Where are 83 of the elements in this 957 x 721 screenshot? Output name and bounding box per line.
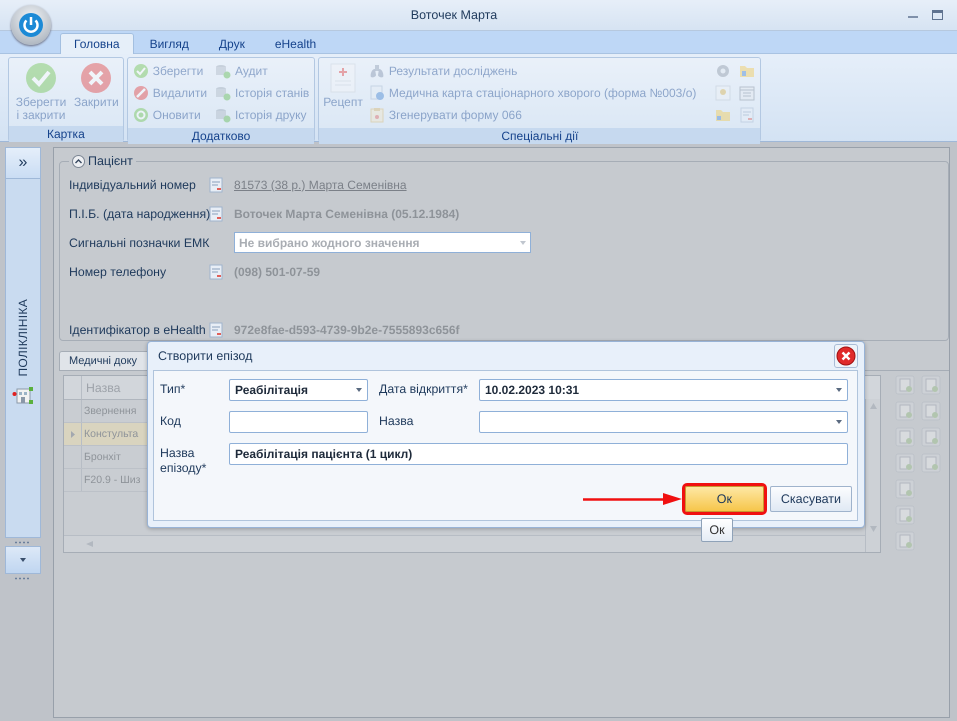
calendar-icon[interactable]	[739, 85, 756, 101]
caret-icon	[520, 240, 526, 244]
close-button[interactable]	[834, 344, 858, 368]
field-label: Індивідуальний номер	[69, 178, 197, 192]
ribbon-group-title: Картка	[9, 126, 123, 142]
app-menu-button[interactable]	[11, 5, 51, 45]
field-value: (098) 501-07-59	[234, 264, 322, 278]
grip-icon[interactable]	[14, 576, 32, 580]
dialog-title: Створити епізод	[158, 349, 252, 363]
sidebar-panel-title[interactable]: ПОЛІКЛІНІКА	[16, 299, 30, 377]
database-icon	[215, 85, 232, 101]
document-icon	[739, 107, 756, 123]
check-icon	[25, 62, 57, 94]
document-icon[interactable]	[895, 427, 915, 447]
input-field[interactable]	[229, 411, 368, 433]
clipboard-icon	[368, 107, 385, 123]
person-card-icon[interactable]	[715, 85, 732, 101]
ok-button[interactable]: Ок	[684, 486, 764, 512]
table-cell-text: Звернення	[83, 404, 138, 419]
panel-title: Пацієнт	[88, 154, 133, 168]
field-label: Номер телефону	[69, 264, 168, 278]
lungs-icon	[368, 63, 385, 79]
close-icon	[80, 62, 112, 94]
field-label: Код	[160, 413, 182, 430]
caret-icon	[356, 388, 362, 392]
check-icon	[132, 63, 149, 79]
field-value: Воточек Марта Семенівна (05.12.1984)	[234, 206, 460, 220]
table-cell-text: Бронхіт	[83, 450, 122, 465]
table-cell-text: F20.9 - Шиз	[83, 473, 142, 488]
caret-icon	[20, 558, 26, 562]
prescription-icon	[328, 62, 358, 94]
cancel-button[interactable]: Скасувати	[770, 486, 852, 512]
ribbon-tab[interactable]: Друк	[204, 33, 259, 53]
document-icon	[208, 176, 224, 192]
database-icon	[215, 63, 232, 79]
building-icon	[12, 384, 34, 405]
field-value: 972e8fae-d593-4739-9b2e-7555893c656f	[234, 322, 461, 336]
input-field[interactable]: Реабілітація пацієнта (1 цикл)	[229, 443, 848, 465]
ribbon-tab[interactable]: eHealth	[260, 33, 330, 53]
field-label: Дата відкриття*	[379, 381, 469, 398]
document-icon[interactable]	[895, 375, 915, 395]
dropdown-field[interactable]: Реабілітація	[229, 379, 368, 401]
medical-card-icon	[368, 85, 385, 101]
dropdown-field[interactable]	[479, 411, 848, 433]
scroll-up-icon[interactable]	[870, 403, 876, 409]
maximize-icon[interactable]	[932, 10, 943, 20]
close-icon	[836, 346, 856, 366]
document-icon[interactable]	[921, 453, 941, 473]
row-pointer-icon	[70, 430, 74, 438]
ribbon-group-title: Додатково	[128, 128, 314, 144]
document-icon	[208, 322, 224, 338]
folder-icon[interactable]	[715, 107, 732, 123]
refresh-icon	[132, 107, 149, 123]
database-icon	[215, 107, 232, 123]
window-title: Воточек Марта	[410, 8, 498, 22]
field-label: Назва	[379, 413, 414, 430]
ribbon-tab[interactable]: Головна	[60, 33, 134, 54]
field-label: Назва епізоду*	[160, 445, 208, 476]
dropdown-button[interactable]	[5, 546, 41, 574]
document-icon[interactable]	[895, 505, 915, 525]
table-cell-text: Констульта	[83, 427, 140, 442]
field-label: Тип*	[160, 381, 186, 398]
ribbon-tab[interactable]: Вигляд	[136, 33, 203, 53]
folder-icon[interactable]	[739, 63, 756, 79]
power-icon	[18, 12, 44, 38]
patient-link[interactable]: 81573 (38 р.) Марта Семенівна	[234, 178, 948, 192]
field-label: П.І.Б. (дата народження)	[69, 206, 208, 220]
caret-icon	[836, 388, 842, 392]
scroll-down-icon[interactable]	[870, 526, 876, 532]
dropdown-field[interactable]: 10.02.2023 10:31	[479, 379, 848, 401]
grip-icon[interactable]	[14, 540, 32, 544]
scroll-left-icon[interactable]	[86, 541, 93, 547]
field-label: Сигнальні позначки ЕМК	[69, 236, 208, 250]
collapse-icon[interactable]	[72, 154, 85, 168]
expand-button[interactable]: »	[5, 147, 41, 179]
dropdown-field[interactable]: Не вибрано жодного значення	[234, 232, 531, 253]
tooltip: Ок	[701, 518, 733, 542]
ribbon-group-title: Спеціальні дії	[319, 128, 760, 144]
document-icon[interactable]	[895, 531, 915, 551]
gear-icon[interactable]	[715, 63, 732, 79]
field-label: Ідентифікатор в eHealth	[69, 322, 207, 336]
document-icon	[208, 206, 224, 222]
document-icon	[208, 264, 224, 280]
